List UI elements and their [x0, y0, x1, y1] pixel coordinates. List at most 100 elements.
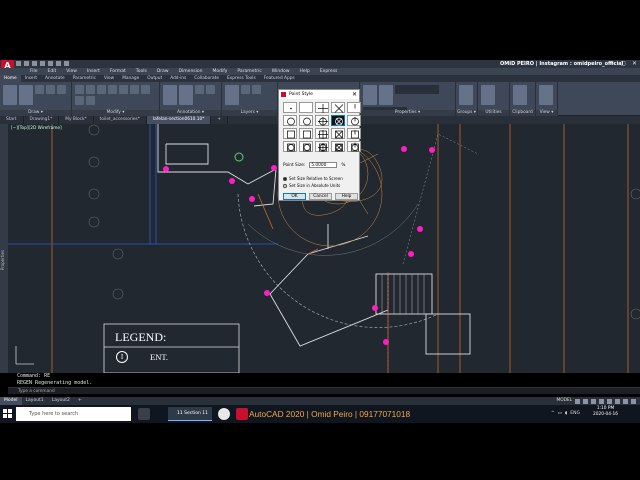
text-icon[interactable]: [163, 85, 177, 105]
tab-featured-apps[interactable]: Featured Apps: [260, 75, 299, 82]
style-circsq-dot[interactable]: [283, 141, 297, 152]
style-tick[interactable]: [347, 102, 361, 113]
tab-addins[interactable]: Add-ins: [166, 75, 190, 82]
doc-tab-drawing1[interactable]: Drawing1*: [24, 116, 60, 124]
redo-icon[interactable]: [64, 61, 69, 66]
layer-icon[interactable]: [241, 85, 250, 94]
style-plus[interactable]: [315, 102, 329, 113]
table-icon[interactable]: [206, 85, 215, 94]
snap-icon[interactable]: [583, 398, 588, 404]
viewport-icon[interactable]: [539, 85, 553, 105]
copy-icon[interactable]: [108, 85, 117, 94]
line-icon[interactable]: [3, 85, 17, 105]
dialog-title-bar[interactable]: Point Style ✕: [279, 90, 359, 99]
point-size-input[interactable]: 5.0000: [309, 162, 338, 168]
polar-icon[interactable]: [599, 398, 604, 404]
leader-icon[interactable]: [195, 85, 204, 94]
doc-tab-toilet[interactable]: toilet_accessories*: [94, 116, 147, 124]
style-circle-dot[interactable]: [283, 115, 297, 126]
add-layout-button[interactable]: +: [74, 397, 86, 405]
style-x[interactable]: [331, 102, 345, 113]
doc-tab-myblock[interactable]: My Block*: [59, 116, 94, 124]
ortho-icon[interactable]: [591, 398, 596, 404]
dialog-close-button[interactable]: ✕: [352, 90, 357, 99]
mirror-icon[interactable]: [119, 85, 128, 94]
viewport-controls-label[interactable]: [−][Top][2D Wireframe]: [11, 126, 62, 131]
menu-window[interactable]: Window: [272, 68, 290, 75]
volume-icon[interactable]: ◖: [565, 406, 567, 422]
tab-annotate[interactable]: Annotate: [41, 75, 69, 82]
style-circsq[interactable]: [299, 141, 313, 152]
close-button[interactable]: ✕: [632, 60, 637, 68]
dimension-icon[interactable]: [179, 85, 193, 105]
taskbar-search-input[interactable]: Type here to search: [16, 407, 131, 421]
rectangle-icon[interactable]: [57, 85, 66, 94]
doc-tab-start[interactable]: Start: [0, 116, 24, 124]
tab-output[interactable]: Output: [143, 75, 166, 82]
style-square-dot[interactable]: [283, 128, 297, 139]
circle-icon[interactable]: [35, 85, 44, 94]
calculator-icon[interactable]: [138, 408, 150, 420]
tab-model[interactable]: Model: [0, 397, 22, 405]
radio-absolute[interactable]: [283, 183, 287, 188]
tab-insert[interactable]: Insert: [21, 75, 41, 82]
grid-icon[interactable]: [575, 398, 580, 404]
menu-insert[interactable]: Insert: [87, 68, 100, 75]
maximize-button[interactable]: ▢: [620, 60, 626, 68]
new-icon[interactable]: [16, 61, 21, 66]
style-circle[interactable]: [299, 115, 313, 126]
command-input[interactable]: Type a command: [8, 387, 640, 394]
style-dot[interactable]: [283, 102, 297, 113]
layer-properties-icon[interactable]: [225, 85, 239, 105]
tab-layout2[interactable]: Layout2: [48, 397, 74, 405]
menu-tools[interactable]: Tools: [136, 68, 147, 75]
new-tab-button[interactable]: +: [211, 116, 229, 124]
color-dropdown[interactable]: [395, 85, 439, 94]
match-properties-icon[interactable]: [363, 85, 377, 105]
cancel-button[interactable]: Cancel: [309, 193, 332, 200]
group-icon[interactable]: [459, 85, 473, 105]
fillet-icon[interactable]: [130, 85, 139, 94]
tab-layout1[interactable]: Layout1: [22, 397, 48, 405]
saveas-icon[interactable]: [40, 61, 45, 66]
tab-parametric[interactable]: Parametric: [69, 75, 100, 82]
list-icon[interactable]: [379, 85, 393, 105]
menu-edit[interactable]: Edit: [48, 68, 57, 75]
customize-menu-icon[interactable]: [631, 398, 636, 404]
tab-home[interactable]: Home: [0, 75, 21, 82]
menu-help[interactable]: Help: [300, 68, 310, 75]
save-icon[interactable]: [32, 61, 37, 66]
chrome-icon[interactable]: [218, 408, 230, 420]
autocad-taskbar-icon[interactable]: [236, 408, 248, 420]
style-none[interactable]: [299, 102, 313, 113]
properties-palette-strip[interactable]: [0, 124, 8, 373]
style-circle-x-selected[interactable]: [331, 115, 345, 126]
array-icon[interactable]: [86, 96, 95, 105]
move-icon[interactable]: [75, 85, 84, 94]
undo-icon[interactable]: [56, 61, 61, 66]
radio-relative[interactable]: [283, 176, 287, 181]
open-icon[interactable]: [24, 61, 29, 66]
network-icon[interactable]: ▭: [558, 406, 562, 422]
rotate-icon[interactable]: [86, 85, 95, 94]
doc-tab-active[interactable]: lafelan-section0610.10*: [146, 116, 212, 124]
osnap-icon[interactable]: [607, 398, 612, 404]
windows-start-icon[interactable]: [3, 409, 13, 419]
language-indicator[interactable]: ENG: [570, 406, 580, 422]
menu-file[interactable]: File: [30, 68, 38, 75]
paste-icon[interactable]: [513, 85, 527, 105]
help-button[interactable]: Help: [335, 193, 358, 200]
tab-express-tools[interactable]: Express Tools: [223, 75, 260, 82]
minimize-button[interactable]: —: [608, 60, 614, 68]
menu-express[interactable]: Express: [320, 68, 338, 75]
arc-icon[interactable]: [46, 85, 55, 94]
menu-format[interactable]: Format: [110, 68, 126, 75]
taskbar-task-section11[interactable]: 11 Section 11: [168, 407, 212, 421]
radio-absolute-row[interactable]: Set Size in Absolute Units: [283, 183, 340, 188]
style-circsq-tick[interactable]: [347, 141, 361, 152]
tab-collaborate[interactable]: Collaborate: [190, 75, 223, 82]
ok-button[interactable]: OK: [283, 193, 306, 200]
trim-icon[interactable]: [97, 85, 106, 94]
menu-draw[interactable]: Draw: [157, 68, 169, 75]
style-circsq-x[interactable]: [331, 141, 345, 152]
